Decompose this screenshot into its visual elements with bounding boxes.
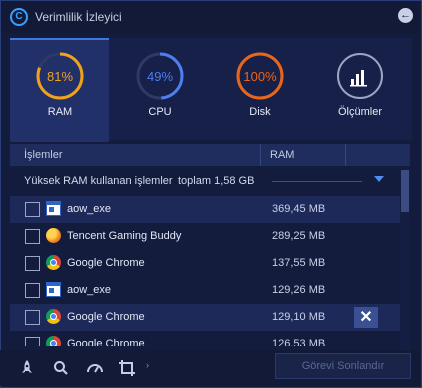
ram-percent: 81% (46, 69, 74, 84)
column-ram[interactable]: RAM (270, 149, 294, 161)
row-checkbox[interactable] (25, 337, 40, 346)
process-row[interactable]: Google Chrome 137,55 MB (10, 250, 400, 277)
process-ram: 126,53 MB (272, 338, 326, 346)
group-total: toplam 1,58 GB (178, 175, 255, 187)
process-name: Google Chrome (67, 311, 145, 323)
back-button[interactable]: ← (398, 8, 413, 23)
disk-label: Disk (249, 106, 271, 118)
measurements-gauge (337, 53, 383, 99)
end-process-button[interactable]: ✕ (354, 307, 378, 328)
process-row[interactable]: Google Chrome 129,10 MB ✕ (10, 304, 400, 331)
process-name: aow_exe (67, 284, 112, 296)
ram-label: RAM (47, 106, 73, 118)
search-icon[interactable] (52, 359, 70, 377)
window-title: Verimlilik İzleyici (35, 10, 122, 24)
row-checkbox[interactable] (25, 229, 40, 244)
row-checkbox[interactable] (25, 256, 40, 271)
process-row[interactable]: aow_exe 369,45 MB (10, 196, 400, 223)
row-checkbox[interactable] (25, 310, 40, 325)
column-separator (260, 144, 261, 166)
chrome-icon (46, 309, 61, 324)
collapse-toggle-icon[interactable] (374, 176, 384, 182)
process-ram: 129,26 MB (272, 284, 326, 296)
disk-percent: 100% (243, 69, 277, 84)
speedometer-icon[interactable] (86, 359, 104, 377)
cpu-percent: 49% (146, 69, 174, 84)
row-checkbox[interactable] (25, 283, 40, 298)
bar-chart-icon (351, 79, 354, 85)
process-row[interactable]: aow_exe 129,26 MB (10, 277, 400, 304)
row-checkbox[interactable] (25, 202, 40, 217)
chrome-icon (46, 255, 61, 270)
process-ram: 289,25 MB (272, 230, 326, 242)
process-name: aow_exe (67, 203, 112, 215)
app-logo-icon: C (10, 8, 28, 26)
process-ram: 129,10 MB (272, 311, 326, 323)
metric-tab-ram[interactable]: 81% RAM (20, 50, 100, 135)
cpu-label: CPU (148, 106, 172, 118)
process-row[interactable]: Google Chrome 126,53 MB (10, 331, 400, 346)
process-group-high-ram[interactable]: Yüksek RAM kullanan işlemler toplam 1,58… (10, 170, 400, 192)
group-divider (272, 181, 362, 182)
scrollbar[interactable] (400, 170, 410, 350)
column-separator (345, 144, 346, 166)
end-task-button[interactable]: Görevi Sonlandır (275, 353, 411, 379)
more-tools-arrow-icon[interactable]: › (146, 360, 149, 370)
metric-tab-cpu[interactable]: 49% CPU (120, 50, 200, 135)
rocket-icon[interactable] (18, 359, 36, 377)
process-name: Google Chrome (67, 338, 145, 346)
process-list-header: İşlemler RAM (10, 144, 410, 166)
process-ram: 369,45 MB (272, 203, 326, 215)
process-name: Tencent Gaming Buddy (67, 230, 182, 242)
group-label: Yüksek RAM kullanan işlemler (24, 175, 173, 187)
metric-tab-disk[interactable]: 100% Disk (220, 50, 300, 135)
window-icon (46, 201, 61, 216)
process-list: aow_exe 369,45 MB Tencent Gaming Buddy 289,… (10, 196, 400, 346)
scrollbar-thumb[interactable] (401, 170, 409, 212)
metric-tab-measurements[interactable]: Ölçümler (320, 50, 400, 135)
process-name: Google Chrome (67, 257, 145, 269)
tencent-icon (46, 228, 61, 243)
measurements-label: Ölçümler (337, 106, 382, 118)
title-bar: C Verimlilik İzleyici ← (1, 1, 421, 33)
chrome-icon (46, 336, 61, 346)
window-icon (46, 282, 61, 297)
process-row[interactable]: Tencent Gaming Buddy 289,25 MB (10, 223, 400, 250)
process-ram: 137,55 MB (272, 257, 326, 269)
column-processes[interactable]: İşlemler (24, 149, 63, 161)
crop-icon[interactable] (118, 359, 136, 377)
